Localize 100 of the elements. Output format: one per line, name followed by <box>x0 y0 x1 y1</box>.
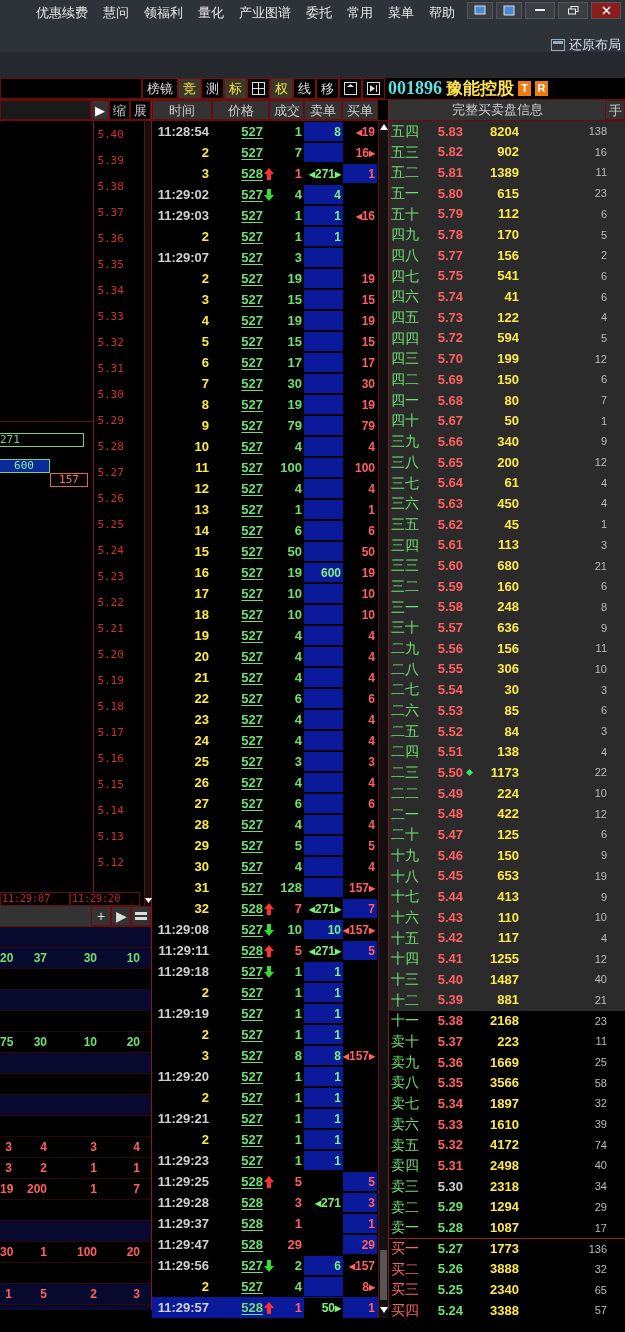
price-cell-text: 5.56 <box>436 639 463 658</box>
price-cell-text: 5.39 <box>436 991 463 1010</box>
price-cell-text: 5.78 <box>436 226 463 245</box>
toolbar-button[interactable] <box>339 78 362 99</box>
menu-item[interactable]: 领福利 <box>144 3 183 23</box>
toolbar-button[interactable]: 榜镜 <box>142 78 178 99</box>
count-cell-text: 5 <box>599 227 607 243</box>
restore-layout-button[interactable]: 还原布局 <box>551 35 621 55</box>
level-label: 三八 <box>390 452 420 472</box>
toolbar-button[interactable] <box>362 78 385 99</box>
menu-item[interactable]: 委托 <box>306 3 332 23</box>
volume-cell-text: 6 <box>293 521 302 540</box>
volume-cell-text: 4172 <box>489 1136 519 1155</box>
scroll-up-icon <box>380 123 388 131</box>
table-cell-text: 30 <box>0 1244 12 1261</box>
toolbar-button[interactable]: 测 <box>201 78 224 99</box>
toolbar-button[interactable]: 线 <box>293 78 316 99</box>
price-cell-text: 5.81 <box>436 163 463 182</box>
unit-button[interactable]: 手 <box>605 100 625 120</box>
axis-label: 5.25 <box>97 518 124 532</box>
count-cell-text: 6 <box>599 289 607 305</box>
sell-order-cell: 600 <box>304 562 343 583</box>
header-button[interactable]: 展 <box>130 100 151 120</box>
toolbar-button[interactable]: 权 <box>270 78 293 99</box>
buy-order-text: 4 <box>367 858 376 876</box>
price-cell-text: 527 <box>241 920 263 939</box>
axis-label: 5.16 <box>97 752 124 766</box>
menu-item[interactable]: 量化 <box>198 3 224 23</box>
buy-order-text: 17 <box>360 354 376 372</box>
tool-button[interactable]: + <box>91 906 111 926</box>
toolbar-button[interactable]: 标 <box>224 78 247 99</box>
buy-order-text: ◂157▸ <box>343 1047 377 1065</box>
toolbar-button[interactable]: 移 <box>316 78 339 99</box>
selected-row[interactable]: 11:29:57 528 1 50▸ 1 <box>152 1297 378 1318</box>
count-cell-text: 10 <box>593 661 607 677</box>
time-cell-text: 11:29:37 <box>156 1214 209 1233</box>
header-button[interactable]: 缩 <box>109 100 130 120</box>
price-cell-text: 5.26 <box>436 1260 463 1279</box>
price-cell-text: 5.31 <box>436 1156 463 1175</box>
price-cell-text: 527 <box>241 353 263 372</box>
close-button[interactable] <box>591 2 621 19</box>
menu-item[interactable]: 菜单 <box>388 3 414 23</box>
toolbar-button[interactable]: 竞 <box>178 78 201 99</box>
scrollbar[interactable] <box>144 121 151 906</box>
tool-button[interactable] <box>131 906 151 926</box>
sell-order-cell: 6 <box>304 1255 343 1276</box>
minimize-button[interactable] <box>525 2 555 19</box>
display-button[interactable] <box>467 2 493 19</box>
restore-button[interactable] <box>558 2 588 19</box>
volume-cell-text: 1 <box>293 500 302 519</box>
price-cell-text: 5.72 <box>436 329 463 348</box>
volume-cell-text: 1 <box>293 1130 302 1149</box>
level-label: 卖七 <box>390 1094 420 1114</box>
price-cell-text: 5.80 <box>436 184 463 203</box>
level-label: 二二 <box>390 783 420 803</box>
price-cell-text: 5.50 <box>436 763 463 782</box>
price-cell-text: 527 <box>241 122 263 141</box>
volume-cell-text: 1 <box>293 164 302 183</box>
volume-cell-text: 541 <box>496 267 519 286</box>
time-cell-text: 3 <box>200 164 209 183</box>
volume-cell-text: 156 <box>496 246 519 265</box>
menu-item[interactable]: 帮助 <box>429 3 455 23</box>
price-cell-text: 527 <box>241 206 263 225</box>
volume-cell-text: 413 <box>496 888 519 907</box>
header-button[interactable]: ▶ <box>91 100 109 120</box>
menu-item[interactable]: 常用 <box>347 3 373 23</box>
table-cell-text: 10 <box>125 950 140 967</box>
time-cell-text: 11:29:11 <box>157 941 209 960</box>
volume-cell-text: 1 <box>293 1004 302 1023</box>
level-label: 十六 <box>390 907 420 927</box>
tool-button[interactable]: ▶ <box>111 906 131 926</box>
font-button[interactable] <box>496 2 522 19</box>
time-cell-text: 24 <box>193 731 209 750</box>
volume-cell-text: 4 <box>293 479 302 498</box>
toolbar-button[interactable] <box>247 78 270 99</box>
buy-order-text: 4 <box>367 774 376 792</box>
level-label: 十四 <box>390 949 420 969</box>
menu-item[interactable]: 慧问 <box>103 3 129 23</box>
price-cell-text: 5.37 <box>436 1032 463 1051</box>
scroll-thumb[interactable] <box>380 1250 387 1300</box>
time-cell-text: 15 <box>193 542 209 561</box>
volume-cell-text: 1669 <box>489 1053 519 1072</box>
volume-cell-text: 138 <box>496 743 519 762</box>
level-label: 四十 <box>390 411 420 431</box>
price-cell-text: 528 <box>241 899 263 918</box>
menu-item[interactable]: 优惠续费 <box>36 3 88 23</box>
level-label: 卖十 <box>390 1032 420 1052</box>
level-label: 三五 <box>390 514 420 534</box>
grid-icon <box>252 82 265 95</box>
time-cell-text: 9 <box>200 416 209 435</box>
axis-label: 5.18 <box>97 700 124 714</box>
price-cell-text: 527 <box>241 626 263 645</box>
price-cell-text: 5.79 <box>436 205 463 224</box>
level-label: 五四 <box>390 121 420 141</box>
time-cell-text: 12 <box>193 479 209 498</box>
search-field[interactable] <box>0 100 91 120</box>
scrollbar[interactable] <box>378 121 388 1318</box>
count-cell-text: 136 <box>587 1241 607 1257</box>
level-label: 卖九 <box>390 1052 420 1072</box>
menu-item[interactable]: 产业图谱 <box>239 3 291 23</box>
